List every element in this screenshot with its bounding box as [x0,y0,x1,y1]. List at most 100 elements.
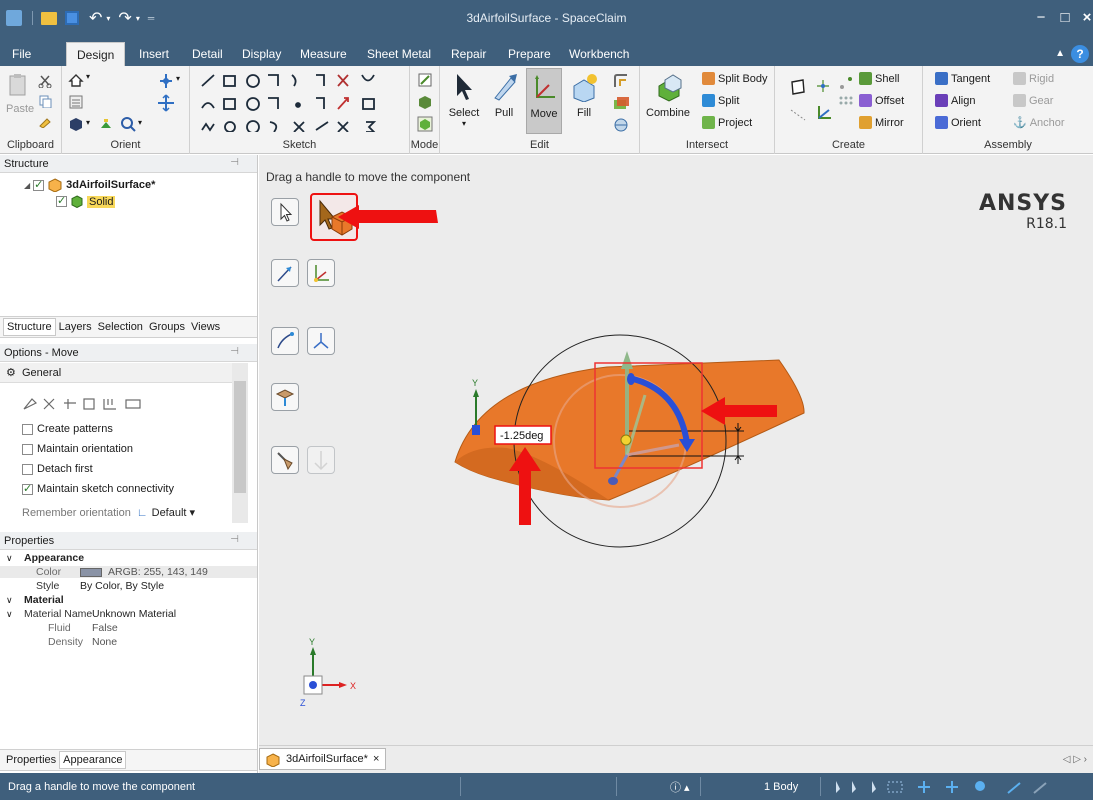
tab-measure[interactable]: Measure [290,42,357,66]
3d-mode-icon[interactable] [417,116,433,132]
tweak-face-icon[interactable] [612,116,630,134]
home-view-icon[interactable] [68,72,84,88]
expand-icon[interactable]: ∨ [6,553,13,564]
select-arrow-icon [457,74,472,100]
tab-repair[interactable]: Repair [441,42,496,66]
remember-orientation-dropdown[interactable]: Default ▾ [152,506,195,519]
shell-button[interactable]: Shell [859,72,899,85]
pull-button[interactable]: Pull [488,72,520,119]
rigid-button[interactable]: Rigid [1013,72,1054,85]
tab-selection[interactable]: Selection [95,319,146,335]
tangent-button[interactable]: Tangent [935,72,990,85]
format-painter-icon[interactable] [38,114,52,128]
anchor-button[interactable]: ⚓ Anchor [1013,116,1065,130]
tab-groups[interactable]: Groups [146,319,188,335]
minimize-button[interactable]: − [1029,8,1053,28]
tab-sheet-metal[interactable]: Sheet Metal [357,42,441,66]
sketch-tools-icons[interactable] [198,72,398,132]
graphics-viewport[interactable]: Drag a handle to move the component ANSY… [259,155,1093,745]
tab-design[interactable]: Design [66,42,126,66]
maintain-sketch-connectivity-option[interactable]: Maintain sketch connectivity [22,482,174,495]
tab-prepare[interactable]: Prepare [498,42,561,66]
split-button[interactable]: Split [702,94,739,107]
maximize-button[interactable]: □ [1053,8,1077,28]
pan-icon[interactable] [157,94,175,112]
blend-icon[interactable] [612,72,630,90]
line-icon[interactable] [789,106,807,124]
gear-button[interactable]: Gear [1013,94,1053,107]
document-tab[interactable]: 3dAirfoilSurface* × [259,748,387,770]
section-mode-icon[interactable] [417,94,433,110]
point-icon[interactable] [837,74,855,92]
maintain-orientation-checkbox[interactable] [22,443,33,455]
tab-insert[interactable]: Insert [129,42,179,66]
pin-icon[interactable]: ⊣ [230,346,239,357]
detach-first-option[interactable]: Detach first [22,463,93,475]
help-icon[interactable]: ? [1071,45,1089,63]
align-button[interactable]: Align [935,94,975,107]
scrollbar-thumb[interactable] [234,381,246,493]
create-patterns-option[interactable]: Create patterns [22,423,113,435]
sketch-mode-icon[interactable] [417,72,433,88]
general-section-header[interactable]: ⚙ General [0,363,232,383]
color-property[interactable]: Color ARGB: 255, 143, 149 [0,566,257,578]
move-button[interactable]: Move [526,68,562,134]
create-patterns-checkbox[interactable] [22,423,33,435]
angle-readout[interactable]: -1.25deg [500,430,543,442]
view-cube-icon[interactable] [68,116,84,132]
plane-icon[interactable] [789,78,807,96]
tab-scroll-arrows[interactable]: ◁ ▷ › [1063,754,1087,765]
tab-views[interactable]: Views [188,319,223,335]
options-scrollbar[interactable] [232,363,248,523]
expand-icon[interactable]: ∨ [6,609,13,620]
tab-file[interactable]: File [2,42,41,66]
mirror-button[interactable]: Mirror [859,116,904,129]
tab-layers[interactable]: Layers [56,319,95,335]
appearance-section[interactable]: ∨ Appearance [0,552,257,564]
spin-icon[interactable] [157,72,175,90]
select-button[interactable]: Select ▾ [447,72,481,128]
zoom-selection-icon[interactable] [98,116,114,132]
maintain-orientation-option[interactable]: Maintain orientation [22,443,133,455]
pattern-icon[interactable] [837,94,855,112]
material-name-property[interactable]: ∨ Material Name Unknown Material [0,608,257,620]
zoom-icon[interactable] [120,116,136,132]
plan-view-icon[interactable] [68,94,84,110]
tree-item-solid[interactable]: Solid [56,194,116,208]
combine-button[interactable]: Combine [646,72,690,119]
axis-icon[interactable] [815,78,831,94]
tab-structure[interactable]: Structure [3,318,56,336]
material-section[interactable]: ∨ Material [0,594,257,606]
close-button[interactable]: × [1075,8,1093,28]
expand-icon[interactable]: ∨ [6,595,13,606]
close-tab-icon[interactable]: × [373,753,379,765]
info-icon[interactable]: ⓘ ▴ [670,779,690,795]
detach-first-checkbox[interactable] [22,463,33,475]
tab-display[interactable]: Display [232,42,291,66]
offset-button[interactable]: Offset [859,94,904,107]
paste-button[interactable]: Paste [6,72,34,115]
orient-button[interactable]: Orient [935,116,981,129]
pin-icon[interactable]: ⊣ [230,534,239,545]
cut-icon[interactable] [38,74,52,88]
tab-workbench[interactable]: Workbench [559,42,639,66]
collapse-ribbon-icon[interactable]: ▲ [1055,48,1065,59]
replace-icon[interactable] [612,94,630,112]
tab-properties[interactable]: Properties [3,752,59,768]
tree-root-checkbox[interactable] [33,178,45,191]
pin-icon[interactable]: ⊣ [230,157,239,168]
maintain-sketch-connectivity-checkbox[interactable] [22,482,33,495]
tree-item-checkbox[interactable] [56,194,67,207]
split-body-button[interactable]: Split Body [702,72,768,85]
fill-button[interactable]: Fill [568,72,600,119]
tab-appearance[interactable]: Appearance [59,751,127,769]
style-property[interactable]: Style By Color, By Style [0,580,257,592]
collapse-icon[interactable]: ◢ [24,181,30,190]
copy-icon[interactable] [38,94,52,108]
move-options-icons[interactable] [22,395,162,413]
status-tools-icons[interactable] [828,777,1088,797]
tree-root[interactable]: ◢ 3dAirfoilSurface* [24,178,155,192]
origin-icon[interactable] [815,102,835,122]
tab-detail[interactable]: Detail [182,42,233,66]
project-button[interactable]: Project [702,116,752,129]
